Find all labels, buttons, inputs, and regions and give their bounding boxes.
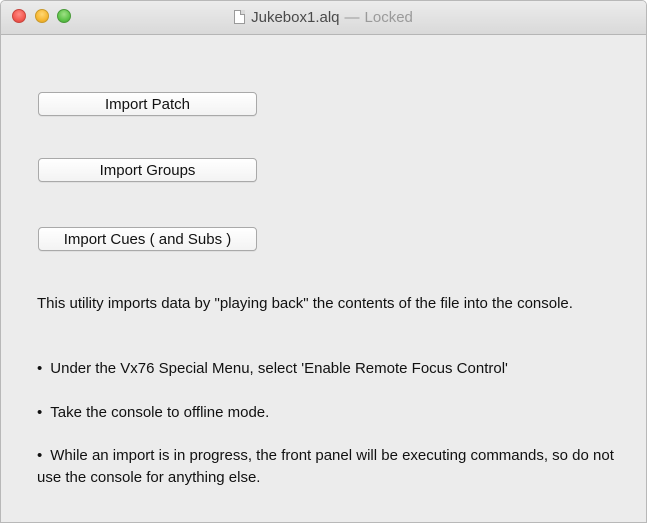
- bullet-icon: •: [37, 360, 43, 377]
- window-title-text: Jukebox1.alq: [251, 9, 340, 26]
- instruction-item: • Take the console to offline mode.: [37, 402, 637, 424]
- instruction-text: Under the Vx76 Special Menu, select 'Ena…: [50, 360, 508, 377]
- bullet-icon: •: [37, 404, 43, 421]
- instruction-text: While an import is in progress, the fron…: [37, 447, 614, 486]
- document-icon: [234, 9, 246, 24]
- app-window: Jukebox1.alq — Locked Import Patch Impor…: [0, 0, 647, 523]
- locked-status: Locked: [364, 9, 413, 26]
- bullet-icon: •: [37, 447, 43, 464]
- instruction-item: • Under the Vx76 Special Menu, select 'En…: [37, 358, 637, 380]
- content-area: Import Patch Import Groups Import Cues (…: [1, 35, 646, 522]
- import-cues-button[interactable]: Import Cues ( and Subs ): [38, 227, 257, 251]
- import-groups-button[interactable]: Import Groups: [38, 158, 257, 182]
- intro-text: This utility imports data by "playing ba…: [37, 295, 573, 312]
- title-bar[interactable]: Jukebox1.alq — Locked: [1, 1, 646, 35]
- title-separator: —: [344, 9, 360, 26]
- instruction-item: • While an import is in progress, the fro…: [37, 445, 637, 489]
- instruction-text: Take the console to offline mode.: [50, 404, 270, 421]
- import-patch-button[interactable]: Import Patch: [38, 92, 257, 116]
- window-title: Jukebox1.alq — Locked: [1, 1, 646, 34]
